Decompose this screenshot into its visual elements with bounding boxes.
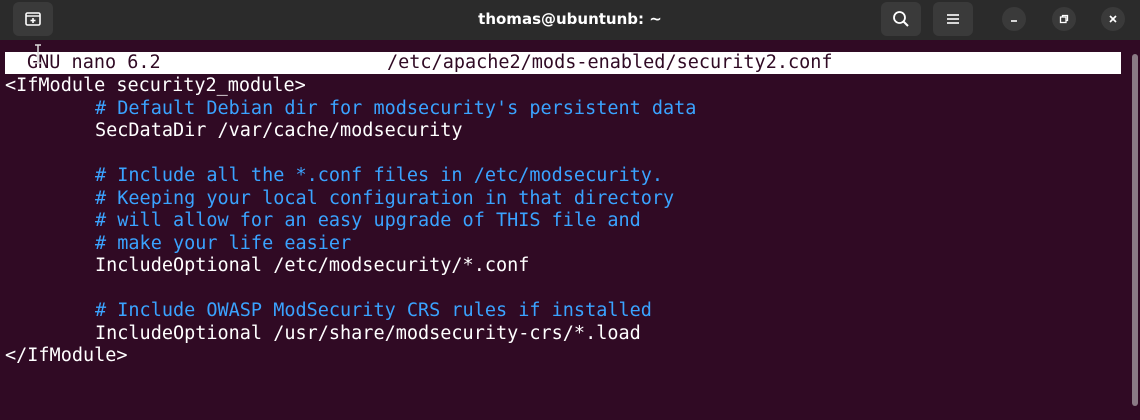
comment-line: # Include all the *.conf files in /etc/m… xyxy=(95,165,664,186)
terminal-content[interactable]: GNU nano 6.2 /etc/apache2/mods-enabled/s… xyxy=(0,40,1130,420)
comment-line: # Default Debian dir for modsecurity's p… xyxy=(95,97,697,119)
comment-line: # Keeping your local configuration in th… xyxy=(95,187,675,209)
code-line: </IfModule> xyxy=(5,345,128,366)
comment-line: # Include OWASP ModSecurity CRS rules if… xyxy=(95,300,652,321)
hamburger-menu-icon xyxy=(947,14,959,24)
new-tab-icon xyxy=(25,12,41,26)
code-line: IncludeOptional /etc/modsecurity/*.conf xyxy=(95,255,530,276)
restore-icon xyxy=(1059,14,1069,24)
new-tab-button[interactable] xyxy=(13,2,53,36)
nano-filename: /etc/apache2/mods-enabled/security2.conf xyxy=(387,52,833,73)
code-line: SecDataDir /var/cache/modsecurity xyxy=(95,120,463,141)
terminal-window: thomas@ubuntunb: ~ GNU nano 6.2 /etc/apa… xyxy=(0,0,1140,420)
menu-button[interactable] xyxy=(933,2,973,36)
title-bar[interactable]: thomas@ubuntunb: ~ xyxy=(0,0,1140,40)
maximize-button[interactable] xyxy=(1052,7,1076,31)
scrollbar[interactable] xyxy=(1130,40,1140,420)
nano-header-bar: GNU nano 6.2 /etc/apache2/mods-enabled/s… xyxy=(5,52,1121,74)
search-icon xyxy=(893,11,909,27)
search-button[interactable] xyxy=(881,2,921,36)
scrollbar-thumb[interactable] xyxy=(1132,54,1138,406)
file-contents[interactable]: <IfModule security2_module> # Default Deb… xyxy=(5,75,1121,368)
nano-version: GNU nano 6.2 xyxy=(27,52,161,73)
minimize-icon xyxy=(1011,20,1017,22)
comment-line: # will allow for an easy upgrade of THIS… xyxy=(95,210,641,231)
code-line: <IfModule security2_module> xyxy=(5,75,306,96)
minimize-button[interactable] xyxy=(1002,7,1026,31)
close-icon xyxy=(1109,15,1117,23)
text-cursor-icon xyxy=(35,44,41,64)
close-button[interactable] xyxy=(1101,7,1125,31)
comment-line: # make your life easier xyxy=(95,232,352,254)
code-line: IncludeOptional /usr/share/modsecurity-c… xyxy=(95,322,641,344)
